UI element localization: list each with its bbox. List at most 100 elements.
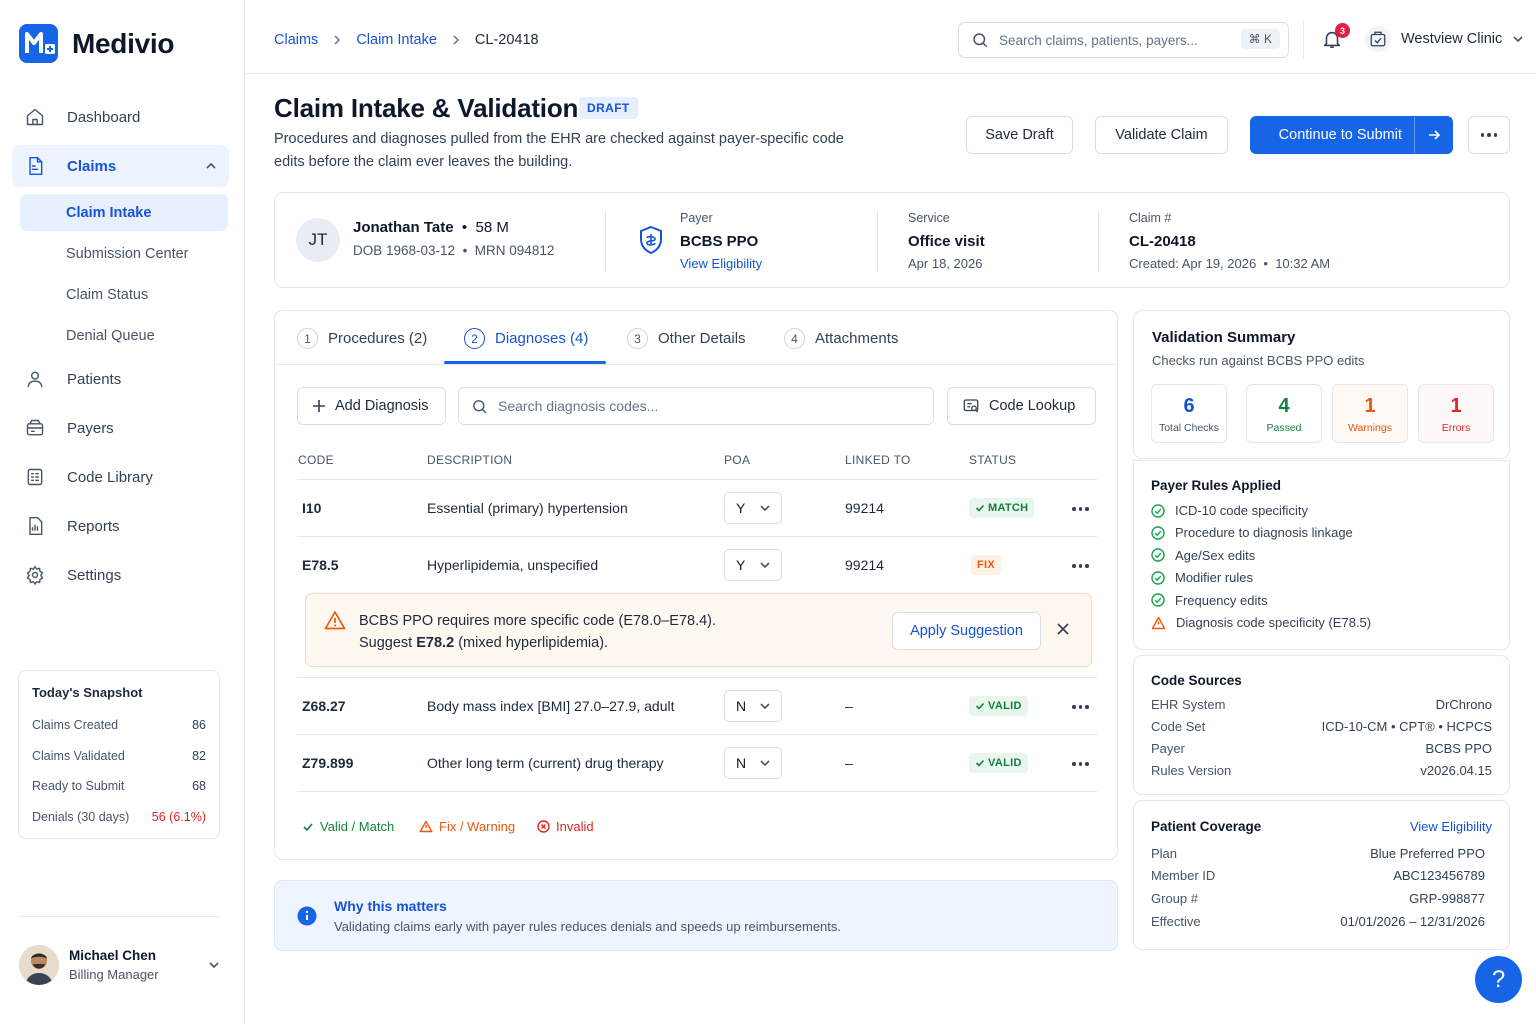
column-header-linked-to: LINKED TO	[845, 453, 911, 467]
more-horizontal-icon	[1480, 133, 1498, 137]
why-description: Validating claims early with payer rules…	[334, 919, 842, 934]
nav-sub-claim-status[interactable]: Claim Status	[20, 276, 228, 313]
tab-other-details[interactable]: 3 Other Details	[627, 328, 746, 349]
source-row: Rules Version v2026.04.15	[1151, 763, 1492, 778]
diagnosis-description: Hyperlipidemia, unspecified	[427, 557, 599, 573]
source-label: Code Set	[1151, 719, 1206, 734]
todays-snapshot: Today's Snapshot Claims Created 86 Claims…	[18, 670, 220, 839]
page-title: Claim Intake & Validation	[274, 93, 579, 123]
legend-label: Valid / Match	[320, 819, 395, 834]
rule-label: ICD-10 code specificity	[1175, 503, 1308, 518]
nav-item-reports[interactable]: Reports	[12, 505, 229, 547]
coverage-label: Effective	[1151, 914, 1201, 929]
apply-suggestion-button[interactable]: Apply Suggestion	[892, 612, 1041, 650]
app-logo[interactable]: Medivio	[19, 24, 174, 63]
linked-procedure: 99214	[845, 557, 884, 573]
poa-select[interactable]: N	[724, 747, 782, 779]
nav-item-claims[interactable]: Claims	[12, 145, 229, 187]
status-text: VALID	[988, 700, 1022, 712]
breadcrumb: Claims Claim Intake CL-20418	[274, 32, 539, 48]
code-lookup-icon	[963, 399, 979, 413]
poa-select[interactable]: Y	[724, 549, 782, 581]
nav-item-patients[interactable]: Patients	[12, 358, 229, 400]
user-menu[interactable]: Michael Chen Billing Manager	[19, 916, 220, 985]
validation-summary-card: Validation Summary Checks run against BC…	[1133, 310, 1510, 459]
clinic-selector[interactable]: Westview Clinic	[1365, 26, 1524, 52]
row-actions-icon[interactable]	[1072, 507, 1089, 511]
code-lookup-button[interactable]: Code Lookup	[947, 387, 1096, 425]
validate-claim-button[interactable]: Validate Claim	[1095, 116, 1228, 154]
add-diagnosis-label: Add Diagnosis	[335, 398, 429, 414]
divider	[1303, 20, 1304, 58]
user-role: Billing Manager	[69, 967, 159, 982]
nav-label: Dashboard	[67, 108, 141, 126]
coverage-row: Member ID ABC123456789	[1151, 868, 1485, 883]
warning-icon	[324, 611, 346, 630]
diagnosis-search[interactable]	[458, 387, 934, 425]
patient-name: Jonathan Tate	[353, 219, 454, 236]
search-shortcut: ⌘ K	[1240, 29, 1280, 49]
coverage-eligibility-link[interactable]: View Eligibility	[1410, 819, 1492, 834]
snapshot-value: 56 (6.1%)	[151, 809, 206, 824]
stat-value: 1	[1450, 395, 1462, 417]
tab-attachments[interactable]: 4 Attachments	[784, 328, 898, 349]
chevron-up-icon[interactable]	[205, 160, 217, 172]
search-input[interactable]	[999, 32, 1219, 48]
close-icon[interactable]	[1056, 622, 1070, 636]
linked-procedure: 99214	[845, 500, 884, 516]
payer-label: Payer	[680, 211, 713, 225]
view-eligibility-link[interactable]: View Eligibility	[680, 256, 762, 271]
rule-item: Frequency edits	[1151, 593, 1268, 608]
nav-label: Code Library	[67, 468, 153, 486]
created-date: Created: Apr 19, 2026	[1129, 256, 1257, 271]
nav-item-dashboard[interactable]: Dashboard	[12, 96, 229, 138]
patient-coverage-card: Patient Coverage View Eligibility Plan Bl…	[1133, 800, 1510, 950]
avatar	[19, 945, 59, 985]
continue-to-submit-button[interactable]: Continue to Submit	[1250, 116, 1453, 154]
code-library-icon	[27, 468, 43, 486]
tab-label: Procedures (2)	[328, 330, 428, 347]
coverage-value: GRP-998877	[1409, 891, 1485, 906]
nav-sub-claim-intake[interactable]: Claim Intake	[20, 194, 228, 231]
row-actions-icon[interactable]	[1072, 564, 1089, 568]
claim-label: Claim #	[1129, 211, 1172, 225]
add-diagnosis-button[interactable]: Add Diagnosis	[297, 387, 446, 425]
poa-select[interactable]: Y	[724, 492, 782, 524]
coverage-value: ABC123456789	[1393, 868, 1485, 883]
legend-label: Invalid	[556, 819, 594, 834]
save-draft-button[interactable]: Save Draft	[966, 116, 1073, 154]
diagnosis-code: E78.5	[302, 557, 339, 573]
logo-mark-icon	[19, 24, 58, 63]
more-actions-button[interactable]	[1468, 116, 1510, 154]
status-badge: MATCH	[969, 498, 1035, 518]
snapshot-label: Claims Created	[32, 718, 119, 733]
breadcrumb-claims[interactable]: Claims	[274, 32, 318, 48]
breadcrumb-claim-intake[interactable]: Claim Intake	[356, 32, 437, 48]
global-search[interactable]: ⌘ K	[958, 22, 1289, 58]
nav-item-payers[interactable]: Payers	[12, 407, 229, 449]
diagnosis-description: Body mass index [BMI] 27.0–27.9, adult	[427, 698, 675, 714]
source-value: ICD-10-CM • CPT® • HCPCS	[1321, 719, 1492, 734]
alert-line: Suggest E78.2 (mixed hyperlipidemia).	[359, 632, 716, 654]
diagnosis-search-input[interactable]	[498, 398, 898, 414]
stat-value: 4	[1278, 395, 1290, 417]
chevron-down-icon	[760, 562, 770, 569]
poa-value: N	[736, 755, 747, 771]
chevron-down-icon[interactable]	[208, 959, 220, 971]
nav-sub-denial-queue[interactable]: Denial Queue	[20, 317, 228, 354]
column-header-code: CODE	[298, 453, 334, 467]
help-button[interactable]: ?	[1475, 956, 1522, 1003]
tab-procedures[interactable]: 1 Procedures (2)	[297, 328, 427, 349]
nav-item-settings[interactable]: Settings	[12, 554, 229, 596]
chevron-down-icon	[1513, 36, 1523, 43]
diagnoses-panel: 1 Procedures (2) 2 Diagnoses (4) 3 Other De…	[274, 310, 1118, 860]
source-row: Code Set ICD-10-CM • CPT® • HCPCS	[1151, 719, 1492, 734]
tab-diagnoses[interactable]: 2 Diagnoses (4)	[464, 328, 588, 349]
snapshot-label: Claims Validated	[32, 748, 125, 763]
row-actions-icon[interactable]	[1072, 762, 1089, 766]
nav-item-code-library[interactable]: Code Library	[12, 456, 229, 498]
row-actions-icon[interactable]	[1072, 705, 1089, 709]
nav-sub-submission-center[interactable]: Submission Center	[20, 235, 228, 272]
service-date: Apr 18, 2026	[908, 256, 983, 271]
poa-select[interactable]: N	[724, 690, 782, 722]
